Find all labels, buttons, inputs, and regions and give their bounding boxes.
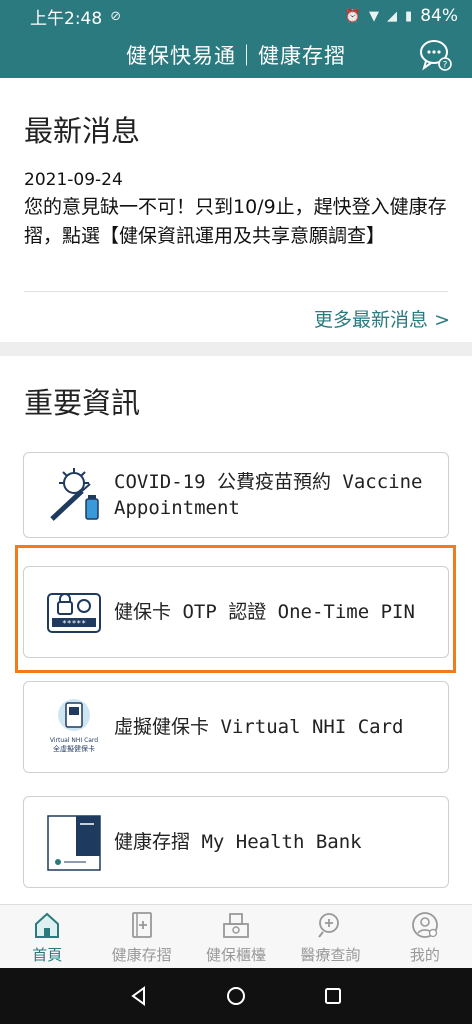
vaccine-icon: [50, 468, 99, 521]
important-info-section: 重要資訊 COVID-19 公費疫苗預約 Vaccine Appointment…: [0, 356, 472, 904]
wifi-icon: ▼: [369, 8, 380, 24]
nav-label-health-bank: 健康存摺: [111, 946, 172, 964]
vaccine-appointment-card[interactable]: COVID-19 公費疫苗預約 Vaccine Appointment: [23, 452, 449, 538]
profile-icon: [411, 912, 438, 938]
bottom-nav: 首頁 健康存摺 健保櫃檯 醫療查詢 我的: [0, 904, 472, 968]
more-news-link[interactable]: 更多最新消息 >: [314, 305, 450, 332]
virtual-card-icon: Virtual NHI Card 全虛擬健保卡: [50, 699, 98, 753]
nav-item-profile[interactable]: 我的: [378, 905, 472, 968]
svg-text:全虛擬健保卡: 全虛擬健保卡: [53, 744, 95, 753]
nav-label-profile: 我的: [409, 946, 440, 964]
medical-search-icon: [318, 913, 340, 938]
notification-icon: ⊘: [110, 8, 122, 24]
nav-label-counter: 健保櫃檯: [206, 946, 267, 964]
my-health-bank-label: 健康存摺 My Health Bank: [114, 831, 362, 853]
news-section: 最新消息 2021-09-24 您的意見缺一不可！只到10/9止，趕快登入健康存…: [0, 78, 472, 342]
svg-text:?: ?: [443, 61, 448, 71]
home-circle-icon[interactable]: [225, 985, 247, 1007]
status-bar: 上午2:48 ⊘ ⏰ ▼ ◢ ▮ 84%: [0, 0, 472, 32]
otp-card-icon: *****: [47, 593, 101, 633]
nav-label-home: 首頁: [32, 946, 63, 964]
health-bank-icon: [131, 912, 152, 938]
system-nav-bar: [0, 968, 472, 1024]
signal-icon: ◢: [387, 8, 398, 24]
virtual-nhi-card[interactable]: Virtual NHI Card 全虛擬健保卡 虛擬健保卡 Virtual NH…: [23, 681, 449, 773]
battery-icon: ▮: [405, 8, 413, 24]
nav-item-home[interactable]: 首頁: [0, 905, 94, 968]
vaccine-appointment-label: COVID-19 公費疫苗預約 Vaccine Appointment: [114, 471, 423, 519]
nav-label-medical-search: 醫療查詢: [300, 946, 361, 964]
important-heading: 重要資訊: [24, 386, 141, 420]
recents-icon[interactable]: [322, 985, 344, 1007]
app-header: 健保快易通｜健康存摺 ?: [0, 32, 472, 78]
back-icon[interactable]: [128, 985, 150, 1007]
home-icon: [35, 912, 60, 938]
otp-label: 健保卡 OTP 認證 One-Time PIN: [114, 601, 415, 623]
alarm-icon: ⏰: [344, 8, 362, 24]
divider: [24, 291, 448, 292]
battery-level: 84%: [420, 6, 458, 26]
nav-item-health-bank[interactable]: 健康存摺: [94, 905, 188, 968]
news-body[interactable]: 您的意見缺一不可！只到10/9止，趕快登入健康存摺，點選【健保資訊運用及共享意願…: [24, 193, 454, 251]
virtual-nhi-card-label: 虛擬健保卡 Virtual NHI Card: [114, 716, 404, 738]
news-heading: 最新消息: [24, 114, 141, 148]
news-date: 2021-09-24: [24, 170, 123, 190]
svg-text:*****: *****: [62, 619, 86, 628]
otp-card[interactable]: ***** 健保卡 OTP 認證 One-Time PIN: [23, 566, 449, 658]
health-bank-book-icon: [47, 815, 101, 871]
chat-help-icon[interactable]: ?: [418, 37, 454, 73]
svg-text:Virtual NHI Card: Virtual NHI Card: [50, 737, 98, 744]
nav-item-medical-search[interactable]: 醫療查詢: [283, 905, 377, 968]
section-separator: [0, 342, 472, 356]
counter-icon: [223, 913, 249, 938]
page-title: 健保快易通｜健康存摺: [126, 44, 346, 68]
status-time: 上午2:48: [30, 8, 103, 29]
my-health-bank-card[interactable]: 健康存摺 My Health Bank: [23, 796, 449, 888]
nav-item-counter[interactable]: 健保櫃檯: [189, 905, 283, 968]
